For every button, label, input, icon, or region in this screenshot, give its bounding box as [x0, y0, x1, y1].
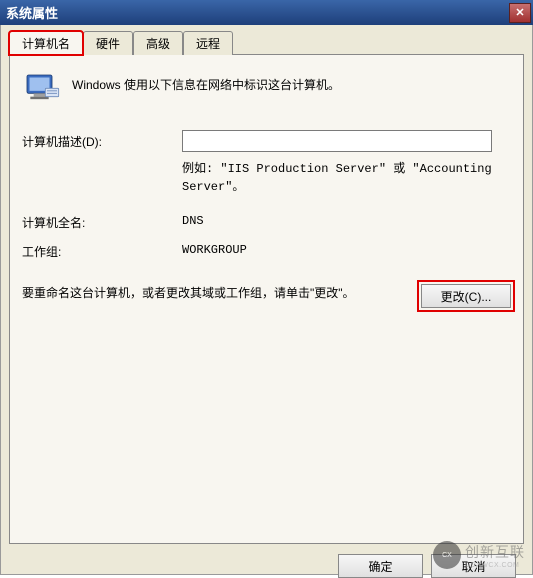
- fullname-row: 计算机全名: DNS: [22, 214, 511, 231]
- tab-remote[interactable]: 远程: [183, 31, 233, 55]
- watermark-brand: 创新互联: [465, 542, 525, 562]
- workgroup-value: WORKGROUP: [182, 243, 247, 260]
- tab-hardware[interactable]: 硬件: [83, 31, 133, 55]
- change-button[interactable]: 更改(C)...: [421, 284, 511, 308]
- workgroup-label: 工作组:: [22, 243, 182, 260]
- description-example: 例如: "IIS Production Server" 或 "Accountin…: [182, 160, 492, 196]
- description-input[interactable]: [182, 130, 492, 152]
- tab-computer-name[interactable]: 计算机名: [9, 31, 83, 55]
- close-icon: ✕: [515, 6, 524, 19]
- ok-button[interactable]: 确定: [338, 554, 423, 578]
- intro-text: Windows 使用以下信息在网络中标识这台计算机。: [72, 70, 340, 93]
- window-title: 系统属性: [6, 3, 58, 22]
- workgroup-row: 工作组: WORKGROUP: [22, 243, 511, 260]
- tab-advanced[interactable]: 高级: [133, 31, 183, 55]
- fullname-value: DNS: [182, 214, 204, 231]
- titlebar: 系统属性 ✕: [0, 0, 533, 25]
- computer-icon: [22, 70, 62, 110]
- tab-panel: Windows 使用以下信息在网络中标识这台计算机。 计算机描述(D): 例如:…: [9, 54, 524, 544]
- close-button[interactable]: ✕: [509, 3, 531, 23]
- description-row: 计算机描述(D):: [22, 130, 511, 152]
- description-label: 计算机描述(D):: [22, 133, 182, 150]
- watermark: CX 创新互联 CDXWCX.COM: [433, 541, 525, 569]
- watermark-logo-icon: CX: [433, 541, 461, 569]
- dialog-body: 计算机名 硬件 高级 远程 Windows 使用以下信息在网络中标识这台计算机。…: [0, 25, 533, 575]
- intro-row: Windows 使用以下信息在网络中标识这台计算机。: [22, 70, 511, 110]
- tab-strip: 计算机名 硬件 高级 远程: [9, 31, 524, 55]
- watermark-url: CDXWCX.COM: [465, 562, 525, 569]
- rename-text: 要重命名这台计算机，或者更改其域或工作组，请单击"更改"。: [22, 284, 421, 303]
- rename-section: 要重命名这台计算机，或者更改其域或工作组，请单击"更改"。 更改(C)...: [22, 284, 511, 308]
- fullname-label: 计算机全名:: [22, 214, 182, 231]
